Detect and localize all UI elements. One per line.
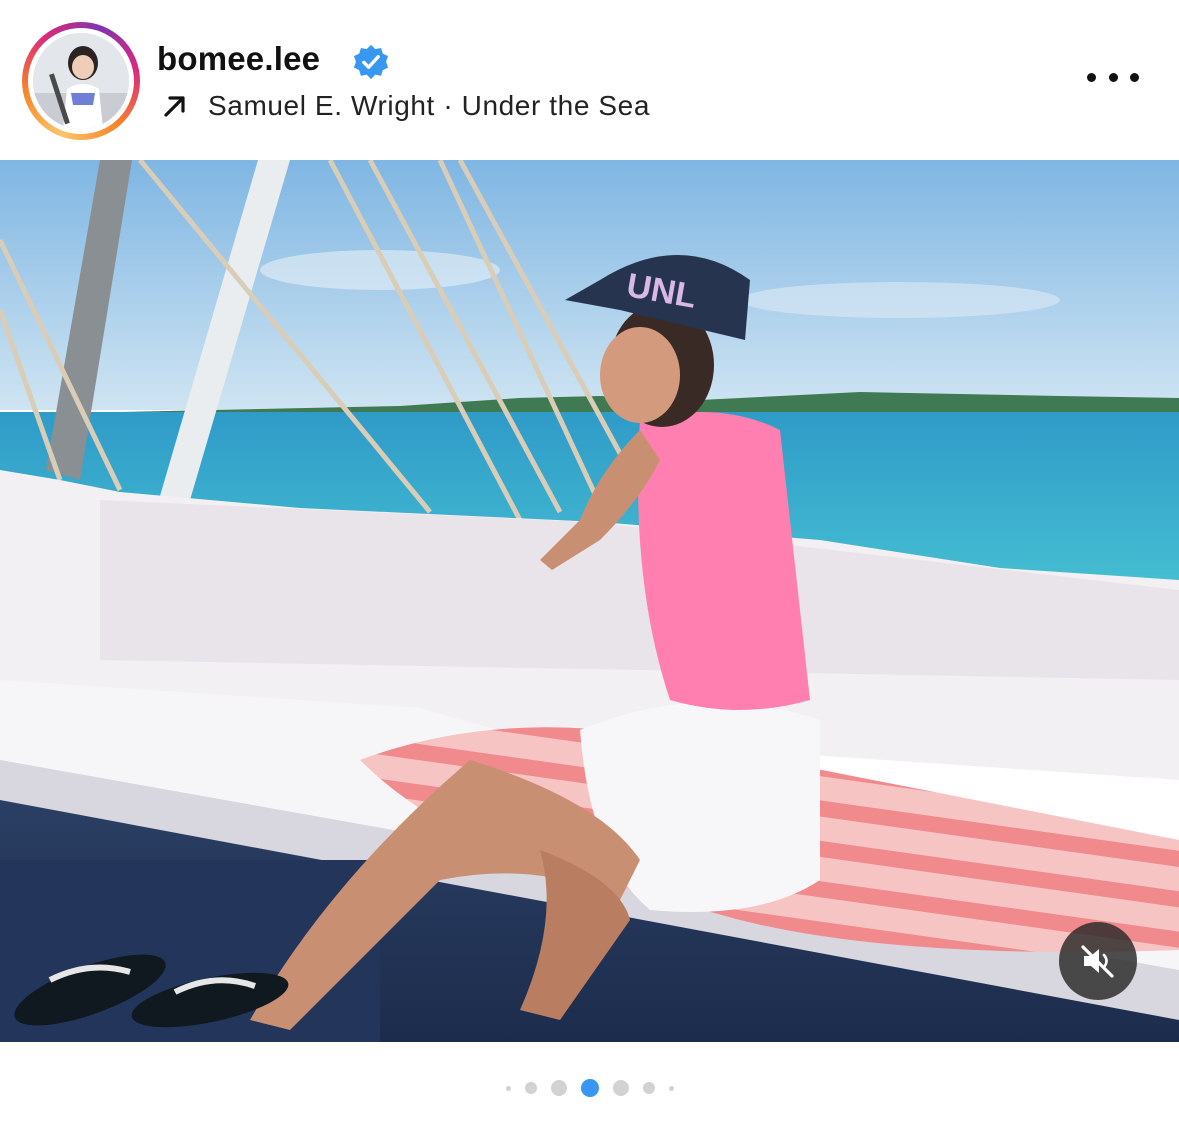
verified-badge-icon	[352, 43, 390, 81]
post-media-video[interactable]: UNL	[0, 160, 1179, 1042]
page-dot-active	[580, 1079, 599, 1097]
music-track-label: Samuel E. Wright · Under the Sea	[208, 90, 650, 121]
music-attribution[interactable]: Samuel E. Wright · Under the Sea	[160, 88, 650, 124]
speaker-muted-icon	[1081, 945, 1114, 978]
page-dot	[668, 1085, 674, 1091]
avatar[interactable]	[33, 33, 129, 129]
page-dot	[550, 1080, 567, 1096]
page-dot	[505, 1085, 511, 1091]
page-dot	[642, 1082, 655, 1094]
username[interactable]: bomee.lee	[157, 40, 320, 78]
arrow-up-right-icon	[164, 96, 185, 117]
page-dot	[524, 1082, 537, 1094]
post-header: bomee.lee Samuel E. Wright · Under the S…	[0, 0, 1179, 160]
page-dot	[612, 1080, 629, 1096]
story-ring-avatar[interactable]	[22, 22, 140, 140]
carousel-pagination	[0, 1076, 1179, 1100]
mute-toggle-button[interactable]	[1059, 922, 1137, 1000]
more-options-icon	[1087, 72, 1096, 82]
more-options-button[interactable]	[1085, 62, 1141, 92]
